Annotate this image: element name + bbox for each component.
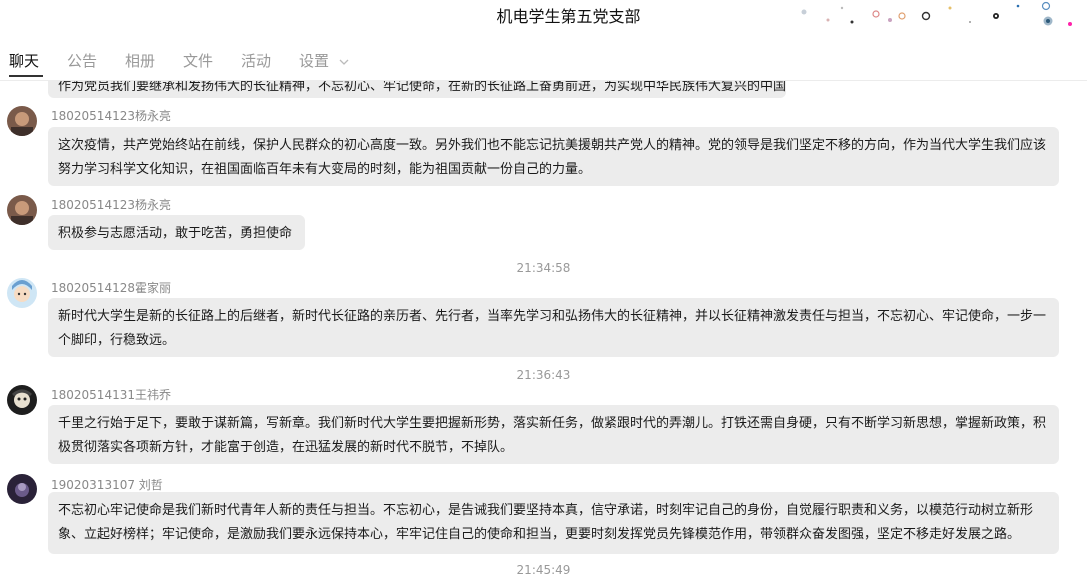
message-text-line: 新时代大学生是新的长征路上的后继者，新时代长征路的亲历者、先行者，当率先学习和弘… [58, 309, 1047, 324]
timestamp: 21:45:49 [516, 563, 571, 577]
sender-name: 18020514131王祎乔 [51, 388, 171, 402]
sender-name: 18020514123杨永亮 [51, 109, 171, 123]
message-text-line: 积极参与志愿活动，敢于吃苦，勇担使命 [58, 226, 293, 241]
avatar[interactable] [7, 474, 37, 504]
message-bubble[interactable]: 不忘初心牢记使命是我们新时代青年人新的责任与担当。不忘初心，是告诫我们要坚持本真… [48, 492, 1059, 554]
chat-area[interactable]: 作为党员我们要继承和发扬伟大的长征精神，不忘初心、牢记使命，在新的长征路上奋勇前… [0, 81, 1087, 578]
message-text-line: 不忘初心牢记使命是我们新时代青年人新的责任与担当。不忘初心，是告诫我们要坚持本真… [58, 503, 1034, 518]
title-bar: 机电学生第五党支部 [0, 0, 1087, 30]
sender-name: 18020514128霍家丽 [51, 281, 171, 295]
tab-activity[interactable]: 活动 [241, 50, 271, 71]
message-bubble[interactable]: 千里之行始于足下，要敢于谋新篇，写新章。我们新时代大学生要把握新形势，落实新任务… [48, 405, 1059, 464]
timestamp: 21:36:43 [516, 368, 571, 382]
message-text-line: 努力学习科学文化知识，在祖国面临百年未有大变局的时刻，能为祖国贡献一份自己的力量… [58, 162, 592, 177]
active-tab-indicator [9, 75, 43, 77]
message-text-line: 象、立起好榜样；牢记使命，是激励我们要永远保持本心，牢牢记住自己的使命和担当，更… [58, 527, 1021, 542]
avatar[interactable] [7, 106, 37, 136]
tab-files[interactable]: 文件 [183, 50, 213, 71]
tab-settings[interactable]: 设置 [299, 50, 349, 71]
message-text-line: 千里之行始于足下，要敢于谋新篇，写新章。我们新时代大学生要把握新形势，落实新任务… [58, 416, 1047, 431]
tab-announcement[interactable]: 公告 [67, 50, 97, 71]
tab-chat[interactable]: 聊天 [9, 50, 39, 71]
message-text-line: 极贯彻落实各项新方针，才能富于创造，在迅猛发展的新时代不脱节，不掉队。 [58, 440, 514, 455]
tab-bar: 聊天 公告 相册 文件 活动 设置 [0, 44, 1087, 80]
message-text-line: 个脚印，行稳致远。 [58, 333, 176, 348]
chevron-down-icon [339, 59, 349, 65]
avatar[interactable] [7, 195, 37, 225]
message-bubble[interactable]: 积极参与志愿活动，敢于吃苦，勇担使命 [48, 215, 305, 250]
avatar[interactable] [7, 385, 37, 415]
message-text-line: 这次疫情，共产党始终站在前线，保护人民群众的初心高度一致。另外我们也不能忘记抗美… [58, 138, 1047, 153]
sender-name: 18020514123杨永亮 [51, 198, 171, 212]
decorative-banner [801, 1, 1072, 26]
avatar[interactable] [7, 278, 37, 308]
message-bubble[interactable]: 新时代大学生是新的长征路上的后继者，新时代长征路的亲历者、先行者，当率先学习和弘… [48, 298, 1059, 357]
timestamp: 21:34:58 [516, 261, 571, 275]
sender-name: 19020313107 刘哲 [51, 478, 163, 492]
message-bubble-partial[interactable]: 作为党员我们要继承和发扬伟大的长征精神，不忘初心、牢记使命，在新的长征路上奋勇前… [48, 81, 786, 98]
message-bubble[interactable]: 这次疫情，共产党始终站在前线，保护人民群众的初心高度一致。另外我们也不能忘记抗美… [48, 127, 1059, 186]
message-text-partial: 作为党员我们要继承和发扬伟大的长征精神，不忘初心、牢记使命，在新的长征路上奋勇前… [58, 81, 786, 94]
tab-album[interactable]: 相册 [125, 50, 155, 71]
tab-settings-label: 设置 [299, 52, 330, 70]
